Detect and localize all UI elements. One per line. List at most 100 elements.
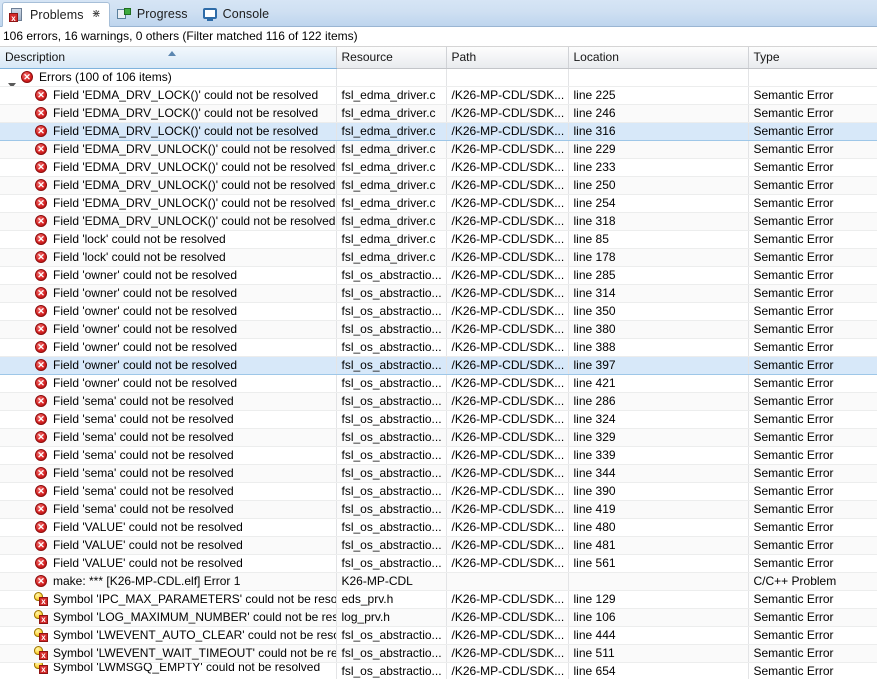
table-row[interactable]: Field 'sema' could not be resolved fsl_os… [0,446,877,465]
path-cell: /K26-MP-CDL/SDK... [446,608,569,627]
description-cell[interactable]: Field 'owner' could not be resolved [0,302,337,321]
description-cell[interactable]: Field 'owner' could not be resolved [0,266,337,285]
problems-table-container[interactable]: Description Resource Path Location Type … [0,47,877,679]
description-cell[interactable]: Field 'owner' could not be resolved [0,355,337,375]
type-cell: Semantic Error [748,482,877,501]
description-cell[interactable]: Field 'owner' could not be resolved [0,284,337,303]
table-row[interactable]: Symbol 'LWEVENT_AUTO_CLEAR' could not be… [0,626,877,645]
description-cell[interactable]: Field 'sema' could not be resolved [0,446,337,465]
description-cell[interactable]: Field 'lock' could not be resolved [0,230,337,249]
description-cell[interactable]: Field 'owner' could not be resolved [0,374,337,393]
table-row[interactable]: Field 'VALUE' could not be resolved fsl_o… [0,554,877,573]
type-cell: Semantic Error [748,212,877,231]
tab-console[interactable]: Console [196,1,278,26]
path-cell: /K26-MP-CDL/SDK... [446,355,569,375]
resource-cell: fsl_os_abstractio... [336,392,447,411]
table-row[interactable]: Field 'EDMA_DRV_LOCK()' could not be res… [0,121,877,141]
resource-cell: fsl_os_abstractio... [336,626,447,645]
description-cell[interactable]: Field 'VALUE' could not be resolved [0,518,337,537]
table-row[interactable]: Field 'EDMA_DRV_UNLOCK()' could not be r… [0,176,877,195]
error-icon [33,213,49,229]
type-cell: Semantic Error [748,194,877,213]
type-cell: Semantic Error [748,121,877,141]
problems-icon [9,7,25,23]
description-text: Field 'owner' could not be resolved [53,286,238,300]
description-cell[interactable]: Field 'EDMA_DRV_LOCK()' could not be res… [0,121,337,141]
description-cell[interactable]: Field 'sema' could not be resolved [0,500,337,519]
table-row[interactable]: Field 'sema' could not be resolved fsl_os… [0,410,877,429]
column-header-path-label: Path [451,50,477,65]
description-cell[interactable]: Symbol 'LOG_MAXIMUM_NUMBER' could not be… [0,608,337,627]
description-cell[interactable]: Field 'owner' could not be resolved [0,320,337,339]
column-header-location[interactable]: Location [568,47,749,69]
description-cell[interactable]: Field 'sema' could not be resolved [0,392,337,411]
tab-problems[interactable]: Problems ⋇ [2,2,110,27]
table-row[interactable]: Field 'lock' could not be resolved fsl_ed… [0,230,877,249]
table-row[interactable]: Field 'sema' could not be resolved fsl_os… [0,500,877,519]
description-cell[interactable]: Field 'sema' could not be resolved [0,464,337,483]
description-cell[interactable]: Field 'sema' could not be resolved [0,482,337,501]
table-row[interactable]: Field 'VALUE' could not be resolved fsl_o… [0,518,877,537]
table-row[interactable]: make: *** [K26-MP-CDL.elf] Error 1 K26-MP… [0,572,877,591]
type-cell: Semantic Error [748,104,877,123]
table-row[interactable]: Symbol 'LWMSGQ_EMPTY' could not be resol… [0,662,877,679]
description-cell[interactable]: Symbol 'LWEVENT_AUTO_CLEAR' could not be… [0,626,337,645]
table-group-row[interactable]: Errors (100 of 106 items) [0,68,877,87]
description-cell[interactable]: Symbol 'IPC_MAX_PARAMETERS' could not be… [0,590,337,609]
description-cell[interactable]: Symbol 'LWEVENT_WAIT_TIMEOUT' could not … [0,644,337,663]
column-header-description[interactable]: Description [0,47,337,69]
description-text: Field 'owner' could not be resolved [53,322,238,336]
table-row[interactable]: Field 'EDMA_DRV_LOCK()' could not be res… [0,104,877,123]
path-cell: /K26-MP-CDL/SDK... [446,302,569,321]
error-icon [33,555,49,571]
column-header-resource[interactable]: Resource [336,47,447,69]
description-cell[interactable]: Field 'sema' could not be resolved [0,410,337,429]
description-cell[interactable]: Field 'lock' could not be resolved [0,248,337,267]
description-cell[interactable]: Symbol 'LWMSGQ_EMPTY' could not be resol… [0,662,337,679]
table-row[interactable]: Field 'sema' could not be resolved fsl_os… [0,428,877,447]
resource-cell: fsl_os_abstractio... [336,266,447,285]
table-row[interactable]: Field 'EDMA_DRV_UNLOCK()' could not be r… [0,212,877,231]
type-cell: Semantic Error [748,176,877,195]
table-row[interactable]: Field 'owner' could not be resolved fsl_o… [0,374,877,393]
table-row[interactable]: Field 'EDMA_DRV_UNLOCK()' could not be r… [0,140,877,159]
table-row[interactable]: Field 'lock' could not be resolved fsl_ed… [0,248,877,267]
group-location-cell [568,68,749,87]
description-cell[interactable]: Field 'EDMA_DRV_UNLOCK()' could not be r… [0,194,337,213]
table-row[interactable]: Field 'owner' could not be resolved fsl_o… [0,284,877,303]
error-icon [33,537,49,553]
table-row[interactable]: Field 'EDMA_DRV_UNLOCK()' could not be r… [0,194,877,213]
description-cell[interactable]: Field 'sema' could not be resolved [0,428,337,447]
description-cell[interactable]: Field 'EDMA_DRV_UNLOCK()' could not be r… [0,140,337,159]
description-cell[interactable]: Field 'VALUE' could not be resolved [0,554,337,573]
description-cell[interactable]: Field 'VALUE' could not be resolved [0,536,337,555]
table-row[interactable]: Field 'owner' could not be resolved fsl_o… [0,302,877,321]
description-cell[interactable]: Field 'owner' could not be resolved [0,338,337,357]
description-cell[interactable]: Field 'EDMA_DRV_LOCK()' could not be res… [0,86,337,105]
column-header-path[interactable]: Path [446,47,569,69]
tab-progress[interactable]: Progress [110,1,196,26]
table-row[interactable]: Field 'EDMA_DRV_UNLOCK()' could not be r… [0,158,877,177]
description-cell[interactable]: Field 'EDMA_DRV_UNLOCK()' could not be r… [0,176,337,195]
description-cell[interactable]: Field 'EDMA_DRV_UNLOCK()' could not be r… [0,212,337,231]
table-row[interactable]: Field 'owner' could not be resolved fsl_o… [0,355,877,375]
table-row[interactable]: Field 'owner' could not be resolved fsl_o… [0,320,877,339]
description-cell[interactable]: Field 'EDMA_DRV_LOCK()' could not be res… [0,104,337,123]
table-row[interactable]: Symbol 'LWEVENT_WAIT_TIMEOUT' could not … [0,644,877,663]
description-cell[interactable]: make: *** [K26-MP-CDL.elf] Error 1 [0,572,337,591]
table-row[interactable]: Field 'owner' could not be resolved fsl_o… [0,266,877,285]
description-cell[interactable]: Field 'EDMA_DRV_UNLOCK()' could not be r… [0,158,337,177]
table-row[interactable]: Field 'sema' could not be resolved fsl_os… [0,464,877,483]
table-row[interactable]: Field 'owner' could not be resolved fsl_o… [0,338,877,357]
column-header-type[interactable]: Type [748,47,877,69]
table-row[interactable]: Symbol 'IPC_MAX_PARAMETERS' could not be… [0,590,877,609]
table-row[interactable]: Symbol 'LOG_MAXIMUM_NUMBER' could not be… [0,608,877,627]
tab-close-icon[interactable]: ⋇ [92,9,101,20]
table-row[interactable]: Field 'sema' could not be resolved fsl_os… [0,392,877,411]
table-row[interactable]: Field 'sema' could not be resolved fsl_os… [0,482,877,501]
group-description-cell[interactable]: Errors (100 of 106 items) [0,68,337,87]
table-row[interactable]: Field 'EDMA_DRV_LOCK()' could not be res… [0,86,877,105]
table-row[interactable]: Field 'VALUE' could not be resolved fsl_o… [0,536,877,555]
description-text: Field 'sema' could not be resolved [53,466,234,480]
type-cell: Semantic Error [748,86,877,105]
